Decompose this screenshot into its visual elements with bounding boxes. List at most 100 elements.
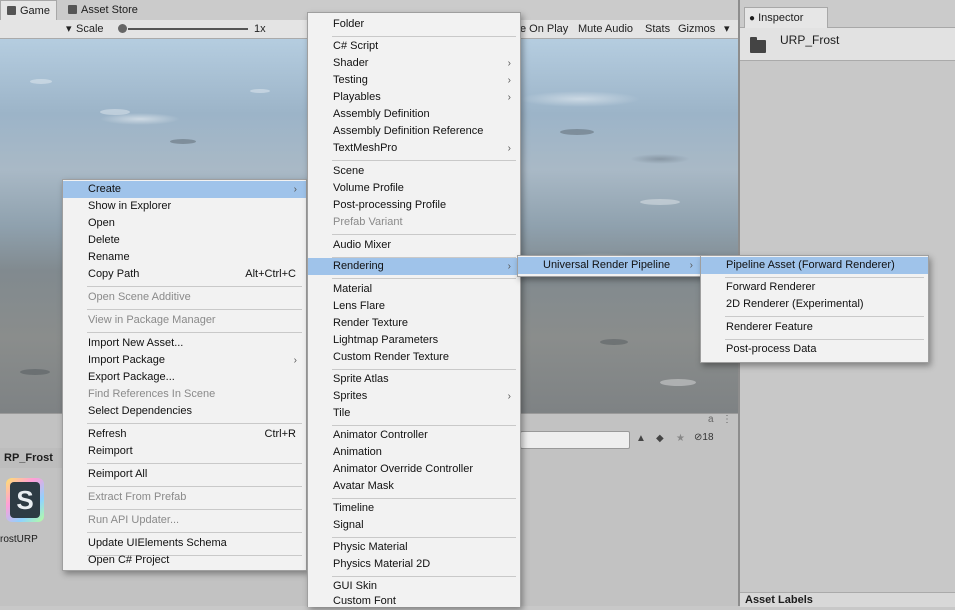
menu-item-copy-path[interactable]: Copy Path Alt+Ctrl+C bbox=[63, 266, 306, 283]
asset-labels-header[interactable]: Asset Labels bbox=[740, 592, 955, 607]
urp-asset-icon[interactable]: S bbox=[6, 478, 44, 522]
project-search-input[interactable] bbox=[520, 431, 630, 449]
menu-item-universal-render-pipeline[interactable]: Universal Render Pipeline › bbox=[518, 257, 702, 274]
menu-item-playables[interactable]: Playables › bbox=[308, 89, 520, 106]
menu-item-lens-flare[interactable]: Lens Flare bbox=[308, 298, 520, 315]
menu-item-lightmap-parameters[interactable]: Lightmap Parameters bbox=[308, 332, 520, 349]
menu-item-forward-renderer[interactable]: Forward Renderer bbox=[701, 279, 928, 296]
menu-separator bbox=[332, 576, 516, 577]
menu-item-physics-material-2d[interactable]: Physics Material 2D bbox=[308, 556, 520, 573]
menu-item-open-scene-additive: Open Scene Additive bbox=[63, 289, 306, 306]
menu-item-assembly-definition[interactable]: Assembly Definition bbox=[308, 106, 520, 123]
menu-item-label: Extract From Prefab bbox=[88, 491, 187, 503]
urp-asset-label[interactable]: rostURP bbox=[0, 534, 38, 545]
info-icon: ● bbox=[749, 13, 756, 24]
filter-type-icon[interactable]: ▲ bbox=[636, 433, 646, 444]
menu-item-label: Renderer Feature bbox=[726, 321, 813, 333]
menu-item-scene[interactable]: Scene bbox=[308, 163, 520, 180]
menu-item-material[interactable]: Material bbox=[308, 281, 520, 298]
menu-separator bbox=[87, 509, 302, 510]
menu-item-renderer-feature[interactable]: Renderer Feature bbox=[701, 319, 928, 336]
menu-item-2d-renderer-experimental[interactable]: 2D Renderer (Experimental) bbox=[701, 296, 928, 313]
menu-item-assembly-definition-reference[interactable]: Assembly Definition Reference bbox=[308, 123, 520, 140]
menu-item-label: Physic Material bbox=[333, 541, 408, 553]
dropdown-arrow-icon[interactable]: ▾ bbox=[66, 20, 72, 38]
menu-item-rename[interactable]: Rename bbox=[63, 249, 306, 266]
menu-item-refresh[interactable]: Refresh Ctrl+R bbox=[63, 426, 306, 443]
menu-item-sprites[interactable]: Sprites › bbox=[308, 388, 520, 405]
favorite-star-icon[interactable]: ★ bbox=[676, 433, 685, 444]
menu-item-rendering[interactable]: Rendering › bbox=[308, 258, 520, 275]
maximize-on-play-button[interactable]: e On Play bbox=[520, 20, 568, 38]
tab-asset-store[interactable]: Asset Store bbox=[62, 0, 144, 20]
gizmos-button[interactable]: Gizmos bbox=[678, 20, 715, 38]
menu-item-animator-override-controller[interactable]: Animator Override Controller bbox=[308, 461, 520, 478]
menu-item-animator-controller[interactable]: Animator Controller bbox=[308, 427, 520, 444]
menu-item-render-texture[interactable]: Render Texture bbox=[308, 315, 520, 332]
menu-item-signal[interactable]: Signal bbox=[308, 517, 520, 534]
scale-slider-knob[interactable] bbox=[118, 24, 127, 33]
urp-submenu: Pipeline Asset (Forward Renderer) Forwar… bbox=[700, 255, 929, 363]
mute-audio-button[interactable]: Mute Audio bbox=[578, 20, 633, 38]
menu-item-update-uielements-schema[interactable]: Update UIElements Schema bbox=[63, 535, 306, 552]
menu-item-testing[interactable]: Testing › bbox=[308, 72, 520, 89]
menu-item-show-in-explorer[interactable]: Show in Explorer bbox=[63, 198, 306, 215]
menu-item-label: Lightmap Parameters bbox=[333, 334, 439, 346]
menu-item-create[interactable]: Create › bbox=[63, 181, 306, 198]
lock-icon[interactable]: a bbox=[708, 414, 714, 425]
menu-item-label: Select Dependencies bbox=[88, 405, 192, 417]
menu-item-post-processing-profile[interactable]: Post-processing Profile bbox=[308, 197, 520, 214]
tab-game[interactable]: Game bbox=[0, 0, 57, 21]
menu-item-animation[interactable]: Animation bbox=[308, 444, 520, 461]
menu-item-textmeshpro[interactable]: TextMeshPro › bbox=[308, 140, 520, 157]
menu-item-volume-profile[interactable]: Volume Profile bbox=[308, 180, 520, 197]
menu-item-folder[interactable]: Folder bbox=[308, 16, 520, 33]
menu-item-avatar-mask[interactable]: Avatar Mask bbox=[308, 478, 520, 495]
menu-item-reimport-all[interactable]: Reimport All bbox=[63, 466, 306, 483]
menu-item-sprite-atlas[interactable]: Sprite Atlas bbox=[308, 371, 520, 388]
menu-item-reimport[interactable]: Reimport bbox=[63, 443, 306, 460]
menu-item-label: Shader bbox=[333, 57, 369, 69]
filter-label-icon[interactable]: ◆ bbox=[656, 433, 664, 444]
menu-item-label: Reimport bbox=[88, 445, 133, 457]
menu-item-delete[interactable]: Delete bbox=[63, 232, 306, 249]
menu-item-label: Show in Explorer bbox=[88, 200, 172, 212]
menu-item-label: Post-process Data bbox=[726, 343, 817, 355]
menu-item-physic-material[interactable]: Physic Material bbox=[308, 539, 520, 556]
menu-item-custom-render-texture[interactable]: Custom Render Texture bbox=[308, 349, 520, 366]
menu-item-import-package[interactable]: Import Package › bbox=[63, 352, 306, 369]
menu-separator bbox=[725, 277, 924, 278]
submenu-arrow-icon: › bbox=[507, 143, 511, 154]
menu-separator bbox=[332, 369, 516, 370]
menu-item-custom-font[interactable]: Custom Font bbox=[308, 593, 520, 610]
frost-speck bbox=[600, 339, 628, 345]
menu-item-shader[interactable]: Shader › bbox=[308, 55, 520, 72]
menu-item-tile[interactable]: Tile bbox=[308, 405, 520, 422]
menu-item-open[interactable]: Open bbox=[63, 215, 306, 232]
more-options-icon[interactable]: ⋮ bbox=[722, 414, 732, 425]
menu-item-audio-mixer[interactable]: Audio Mixer bbox=[308, 237, 520, 254]
menu-item-label: Open C# Project bbox=[88, 554, 170, 566]
menu-item-run-api-updater: Run API Updater... bbox=[63, 512, 306, 529]
hidden-count-icon: ⊘18 bbox=[694, 432, 714, 443]
scale-slider-track[interactable] bbox=[128, 28, 248, 30]
menu-item-csharp-script[interactable]: C# Script bbox=[308, 38, 520, 55]
submenu-arrow-icon: › bbox=[507, 261, 511, 272]
menu-item-label: Update UIElements Schema bbox=[88, 537, 227, 549]
menu-item-timeline[interactable]: Timeline bbox=[308, 500, 520, 517]
stats-button[interactable]: Stats bbox=[645, 20, 670, 38]
menu-separator bbox=[87, 332, 302, 333]
menu-separator bbox=[725, 316, 924, 317]
gizmos-dropdown-icon[interactable]: ▾ bbox=[724, 20, 730, 38]
menu-item-label: Universal Render Pipeline bbox=[543, 259, 671, 271]
menu-item-import-new-asset[interactable]: Import New Asset... bbox=[63, 335, 306, 352]
tab-inspector[interactable]: ● Inspector bbox=[744, 7, 828, 28]
submenu-arrow-icon: › bbox=[507, 58, 511, 69]
menu-item-select-dependencies[interactable]: Select Dependencies bbox=[63, 403, 306, 420]
menu-item-pipeline-asset-forward-renderer[interactable]: Pipeline Asset (Forward Renderer) bbox=[701, 257, 928, 274]
menu-item-label: Prefab Variant bbox=[333, 216, 403, 228]
menu-item-post-process-data[interactable]: Post-process Data bbox=[701, 341, 928, 358]
menu-item-open-csharp-project[interactable]: Open C# Project bbox=[63, 552, 306, 569]
menu-item-export-package[interactable]: Export Package... bbox=[63, 369, 306, 386]
menu-item-label: Refresh bbox=[88, 428, 127, 440]
